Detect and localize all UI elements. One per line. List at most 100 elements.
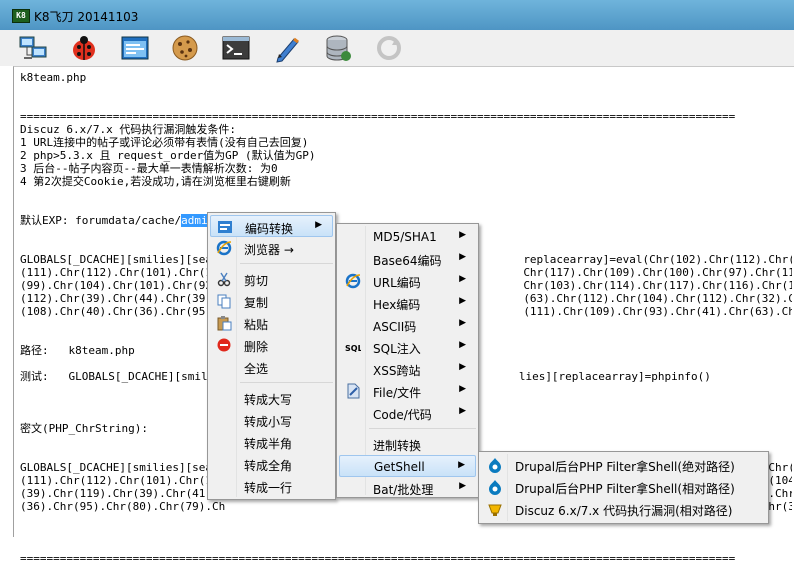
menu-item[interactable]: XSS跨站 ▶: [339, 358, 476, 380]
menu-item-label: Code/代码: [373, 408, 432, 422]
menu-item[interactable]: 编码转换 ▶: [210, 215, 333, 237]
menu-item[interactable]: URL编码 ▶: [339, 270, 476, 292]
submenu-arrow-icon: ▶: [459, 252, 466, 262]
paste-icon: [216, 315, 232, 331]
menu-item[interactable]: 浏览器 →: [210, 237, 333, 259]
getshell-submenu: Drupal后台PHP Filter拿Shell(绝对路径) Drupal后台PH…: [478, 451, 769, 524]
submenu-arrow-icon: ▶: [459, 362, 466, 372]
menu-item[interactable]: 删除: [210, 334, 333, 356]
menu-item-label: 全选: [244, 362, 269, 376]
menu-item-label: 进制转换: [373, 439, 422, 453]
title-bar[interactable]: K8 K8飞刀 20141103: [0, 0, 794, 30]
ladybug-icon[interactable]: [67, 32, 101, 64]
sql-icon: SQL: [345, 339, 363, 355]
submenu-arrow-icon: ▶: [459, 230, 466, 240]
menu-item[interactable]: Drupal后台PHP Filter拿Shell(绝对路径): [481, 454, 766, 476]
menu-item[interactable]: 剪切: [210, 268, 333, 290]
menu-separator: [240, 263, 333, 264]
cookie-icon[interactable]: [168, 32, 202, 64]
menu-separator: [369, 428, 476, 429]
menu-item-label: XSS跨站: [373, 364, 421, 378]
menu-item-label: SQL注入: [373, 342, 421, 356]
copy-icon: [216, 293, 232, 309]
menu-item[interactable]: ASCII码 ▶: [339, 314, 476, 336]
delete-icon: [216, 337, 232, 353]
encode-icon: [217, 219, 233, 235]
menu-item-label: Drupal后台PHP Filter拿Shell(相对路径): [515, 482, 735, 496]
network-computers-icon[interactable]: [16, 32, 50, 64]
drupal-icon: [487, 457, 503, 473]
menu-item[interactable]: 复制: [210, 290, 333, 312]
cut-icon: [216, 271, 232, 287]
menu-item-label: GetShell: [374, 460, 425, 474]
editor-line: ========================================…: [20, 110, 736, 123]
refresh-disabled-icon[interactable]: [372, 32, 406, 64]
menu-item-label: MD5/SHA1: [373, 230, 437, 244]
menu-item[interactable]: MD5/SHA1 ▶: [339, 226, 476, 248]
menu-item-label: 转成大写: [244, 393, 293, 407]
menu-item-label: URL编码: [373, 276, 421, 290]
menu-item[interactable]: 全选: [210, 356, 333, 378]
ie-browser-icon: [216, 240, 232, 256]
encode-submenu: MD5/SHA1 ▶ Base64编码 ▶ URL编码 ▶ Hex编码 ▶ ASCII码 ▶ SQL…: [336, 223, 479, 498]
editor-line: 密文(PHP_ChrString):: [20, 422, 148, 435]
database-icon[interactable]: [321, 32, 355, 64]
context-menu: 编码转换 ▶ 浏览器 → 剪切复制粘贴删除全选转成大写转成小写转成半角转成全角转成一行: [207, 212, 336, 500]
menu-item[interactable]: Base64编码 ▶: [339, 248, 476, 270]
terminal-icon[interactable]: [219, 32, 253, 64]
menu-item-label: Base64编码: [373, 254, 442, 268]
editor-line: 2 php>5.3.x 且 request_order值为GP (默认值为GP): [20, 149, 316, 162]
app-logo-icon: K8: [12, 9, 30, 23]
menu-item[interactable]: Bat/批处理 ▶: [339, 477, 476, 499]
window-title: K8飞刀 20141103: [34, 10, 139, 24]
pen-edit-icon[interactable]: [270, 32, 304, 64]
menu-item[interactable]: Drupal后台PHP Filter拿Shell(相对路径): [481, 476, 766, 498]
menu-item[interactable]: Discuz 6.x/7.x 代码执行漏洞(相对路径): [481, 498, 766, 520]
drupal-icon: [487, 479, 503, 495]
menu-item-label: 转成半角: [244, 437, 293, 451]
menu-separator: [240, 382, 333, 383]
menu-item[interactable]: 转成大写: [210, 387, 333, 409]
editor-line: 路径: k8team.php: [20, 344, 135, 357]
menu-item-label: ASCII码: [373, 320, 417, 334]
submenu-arrow-icon: ▶: [459, 296, 466, 306]
submenu-arrow-icon: ▶: [459, 406, 466, 416]
menu-item-label: 浏览器 →: [244, 243, 294, 257]
menu-item-label: 转成全角: [244, 459, 293, 473]
menu-item[interactable]: 进制转换: [339, 433, 476, 455]
menu-item[interactable]: 转成一行: [210, 475, 333, 497]
discuz-icon: [487, 501, 503, 517]
form-window-icon[interactable]: [118, 32, 152, 64]
menu-item[interactable]: 粘贴: [210, 312, 333, 334]
menu-item[interactable]: 转成全角: [210, 453, 333, 475]
editor-line: 4 第2次提交Cookie,若没成功,请在浏览框里右键刷新: [20, 175, 291, 188]
toolbar: [0, 30, 794, 66]
menu-item-label: 转成小写: [244, 415, 293, 429]
exp-prefix: 默认EXP: forumdata/cache/: [20, 214, 182, 227]
menu-item-label: Bat/批处理: [373, 483, 434, 497]
menu-item-label: Discuz 6.x/7.x 代码执行漏洞(相对路径): [515, 504, 733, 518]
menu-item-label: 粘贴: [244, 318, 269, 332]
editor-line: Discuz 6.x/7.x 代码执行漏洞触发条件:: [20, 123, 236, 136]
menu-item-label: 剪切: [244, 274, 269, 288]
menu-item[interactable]: File/文件 ▶: [339, 380, 476, 402]
editor-line: 1 URL连接中的帖子或评论必须带有表情(没有自己去回复): [20, 136, 309, 149]
menu-item-label: 复制: [244, 296, 269, 310]
menu-item[interactable]: 转成小写: [210, 409, 333, 431]
svg-text:SQL: SQL: [345, 344, 361, 353]
submenu-arrow-icon: ▶: [315, 220, 322, 230]
menu-item[interactable]: Hex编码 ▶: [339, 292, 476, 314]
menu-item-label: 转成一行: [244, 481, 293, 495]
editor-line: 3 后台--帖子内容页--最大单一表情解析次数: 为0: [20, 162, 278, 175]
menu-item[interactable]: GetShell ▶: [339, 455, 476, 477]
ie-url-icon: [345, 273, 361, 289]
menu-item[interactable]: SQL SQL注入 ▶: [339, 336, 476, 358]
menu-item-label: 删除: [244, 340, 269, 354]
menu-item-label: File/文件: [373, 386, 422, 400]
editor-line: ========================================…: [20, 552, 736, 565]
file-icon: [345, 383, 361, 399]
menu-item[interactable]: 转成半角: [210, 431, 333, 453]
menu-item[interactable]: Code/代码 ▶: [339, 402, 476, 424]
submenu-arrow-icon: ▶: [459, 384, 466, 394]
submenu-arrow-icon: ▶: [459, 481, 466, 491]
